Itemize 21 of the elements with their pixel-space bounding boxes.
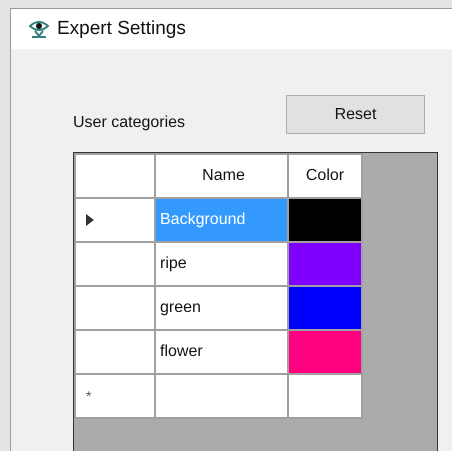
row-header-cell[interactable] — [76, 331, 154, 373]
table-cell[interactable]: ripe — [156, 243, 287, 285]
color-swatch[interactable] — [289, 331, 361, 373]
table-cell[interactable]: flower — [156, 331, 287, 373]
color-swatch[interactable] — [289, 243, 361, 285]
row-header-cell[interactable] — [76, 199, 154, 241]
color-swatch[interactable] — [289, 199, 361, 241]
current-row-icon — [86, 214, 94, 226]
column-header[interactable]: Color — [289, 155, 361, 197]
column-header[interactable]: Name — [156, 155, 287, 197]
window-title: Expert Settings — [57, 18, 186, 40]
section-label: User categories — [73, 114, 186, 132]
eye-icon — [29, 20, 49, 38]
table-cell[interactable] — [156, 375, 287, 417]
table-cell[interactable] — [289, 375, 361, 417]
color-swatch[interactable] — [289, 287, 361, 329]
row-header-cell[interactable] — [76, 243, 154, 285]
reset-button[interactable]: Reset — [286, 95, 425, 134]
table-cell[interactable]: green — [156, 287, 287, 329]
new-row-marker: * — [86, 388, 92, 404]
row-header-cell[interactable] — [76, 287, 154, 329]
